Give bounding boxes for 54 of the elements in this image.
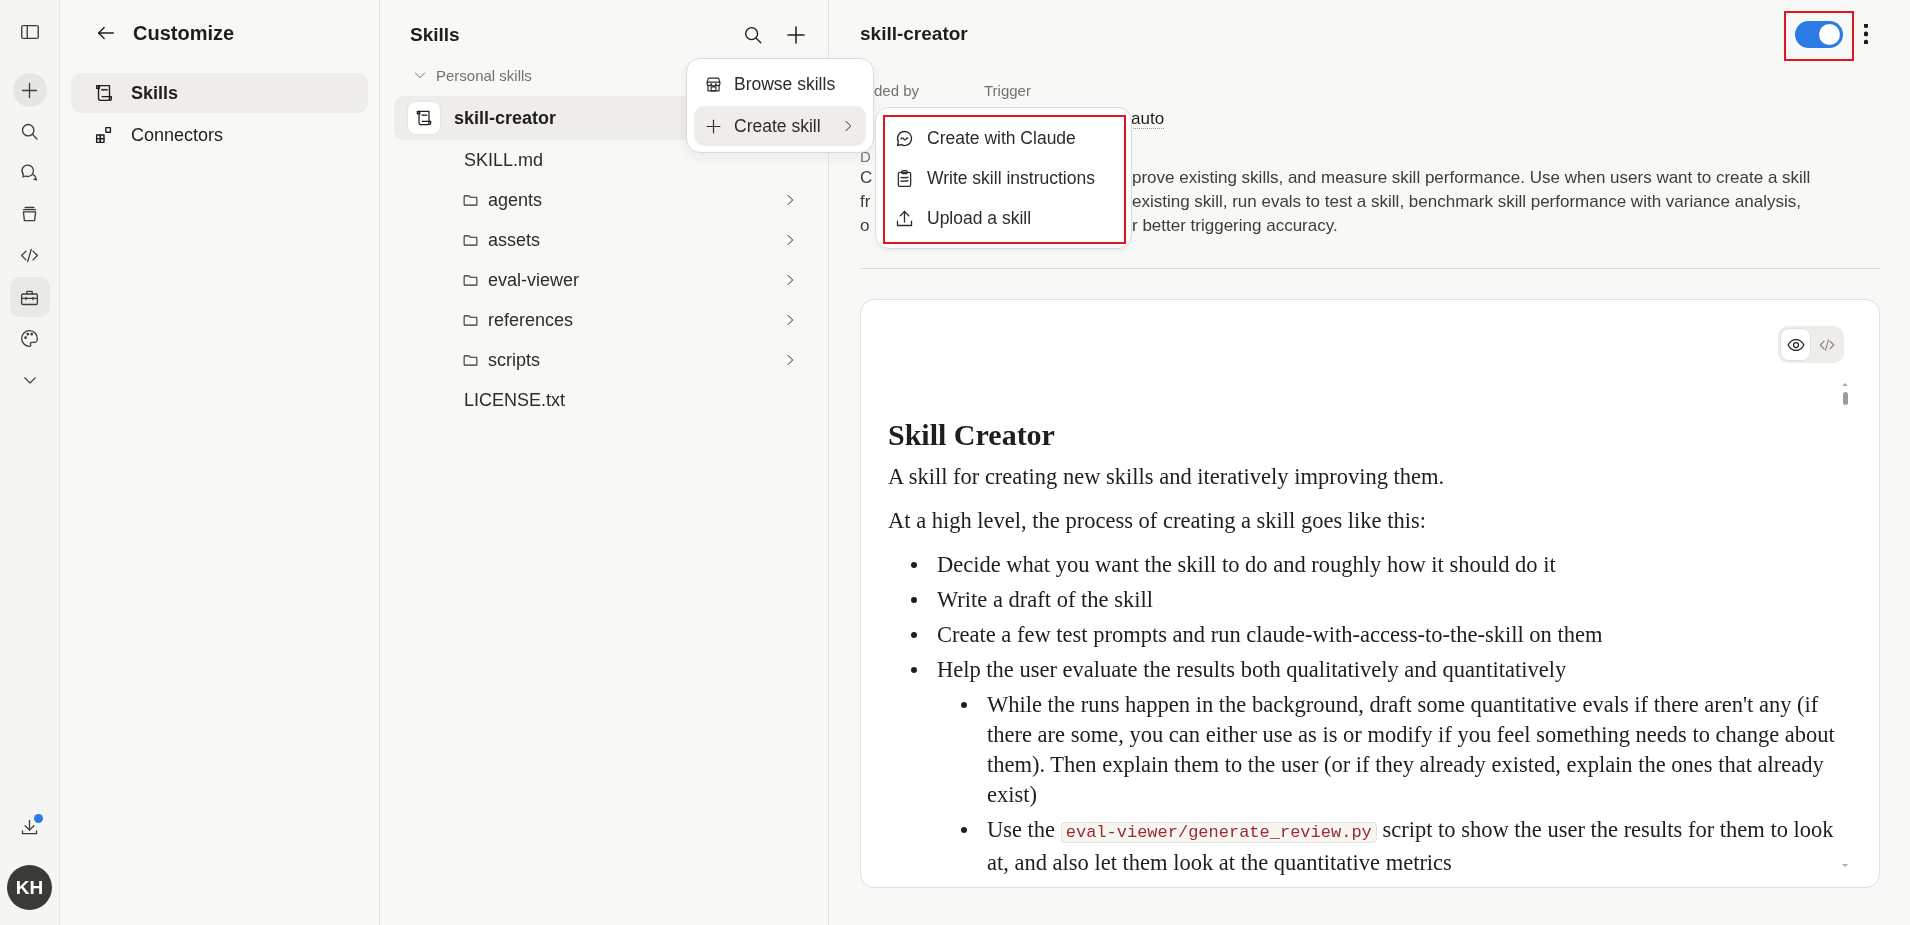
avatar[interactable]: KH xyxy=(7,865,52,910)
folder-item[interactable]: assets xyxy=(400,220,808,260)
palette-icon xyxy=(19,328,40,349)
menu-item[interactable]: Create skill xyxy=(694,106,866,146)
chat-bubbles-icon xyxy=(19,162,40,183)
list-item-text: Write a draft of the skill xyxy=(937,586,1154,614)
scroll-icon xyxy=(414,108,434,128)
bullet-dot xyxy=(961,827,967,833)
bullet-dot xyxy=(961,702,967,708)
search-button[interactable] xyxy=(742,24,764,46)
add-button[interactable] xyxy=(784,23,808,47)
toolbox-button[interactable] xyxy=(9,277,50,317)
folder-item[interactable]: references xyxy=(400,300,808,340)
meta-label: ded by xyxy=(873,82,921,99)
panel-title: Customize xyxy=(133,21,235,45)
bullet-dot xyxy=(911,632,917,638)
skill-title: skill-creator xyxy=(860,23,969,45)
list-item-text: Help the user evaluate the results both qualitatively and quantitatively xyxy=(937,656,1568,684)
list-item-text: Use the eval-viewer/generate_review.py script to show the user the results for them to look at, and also let them look at the quantitative metrics xyxy=(987,816,1835,877)
meta-label: D xyxy=(860,148,872,166)
scroll-icon xyxy=(93,82,115,104)
plus-button[interactable] xyxy=(12,73,47,107)
folder-item[interactable]: agents xyxy=(400,180,808,220)
paragraph: At a high level, the process of creating a skill goes like this: xyxy=(888,507,1427,535)
menu-item[interactable]: Create with Claude xyxy=(884,118,1123,158)
description-text: fr xyxy=(860,192,871,211)
file-item[interactable]: LICENSE.txt xyxy=(400,380,808,420)
search-icon xyxy=(742,24,764,46)
bullet-dot xyxy=(911,562,917,568)
panel-title: Skills xyxy=(410,24,461,46)
kebab-icon xyxy=(1864,24,1868,44)
toggle-switch[interactable] xyxy=(1795,20,1843,48)
bullet-dot xyxy=(911,597,917,603)
list-item-text: Decide what you want the skill to do and roughly how it should do it xyxy=(937,551,1557,579)
list-item-text: While the runs happen in the background, draft some quantitative evals if there aren't any (if there are some, you can either use as is or modify if you feel something needs to change about them). Then explain them to the user (or if they already existed, explain the ones that already exist) xyxy=(987,691,1836,809)
plus-icon xyxy=(784,23,808,47)
description-text: r better triggering accuracy. xyxy=(1132,216,1338,235)
menu-item[interactable]: Upload a skill xyxy=(884,198,1123,238)
document-heading: Skill Creator xyxy=(888,417,1056,453)
description-text: prove existing skills, and measure skill performance. Use when users want to create a skill xyxy=(1132,168,1811,187)
preview-button[interactable] xyxy=(1781,329,1810,360)
folder-item[interactable]: eval-viewer xyxy=(400,260,808,300)
menu-item[interactable]: Write skill instructions xyxy=(884,158,1123,198)
nav-item[interactable]: Connectors xyxy=(71,115,368,155)
folder-item[interactable]: scripts xyxy=(400,340,808,380)
list-item-text: Create a few test prompts and run claude-with-access-to-the-skill on them xyxy=(937,621,1604,649)
description-text: C xyxy=(860,168,873,187)
bullet-dot xyxy=(911,667,917,673)
more-options-button[interactable] xyxy=(1864,24,1868,44)
nav-item[interactable]: Skills xyxy=(71,73,368,113)
paragraph: A skill for creating new skills and iteratively improving them. xyxy=(888,463,1446,491)
meta-label: Trigger xyxy=(984,82,1032,99)
description-text: existing skill, run evals to test a skill, benchmark skill performance with variance analysis, xyxy=(1132,192,1801,211)
description-text: o xyxy=(860,216,870,235)
